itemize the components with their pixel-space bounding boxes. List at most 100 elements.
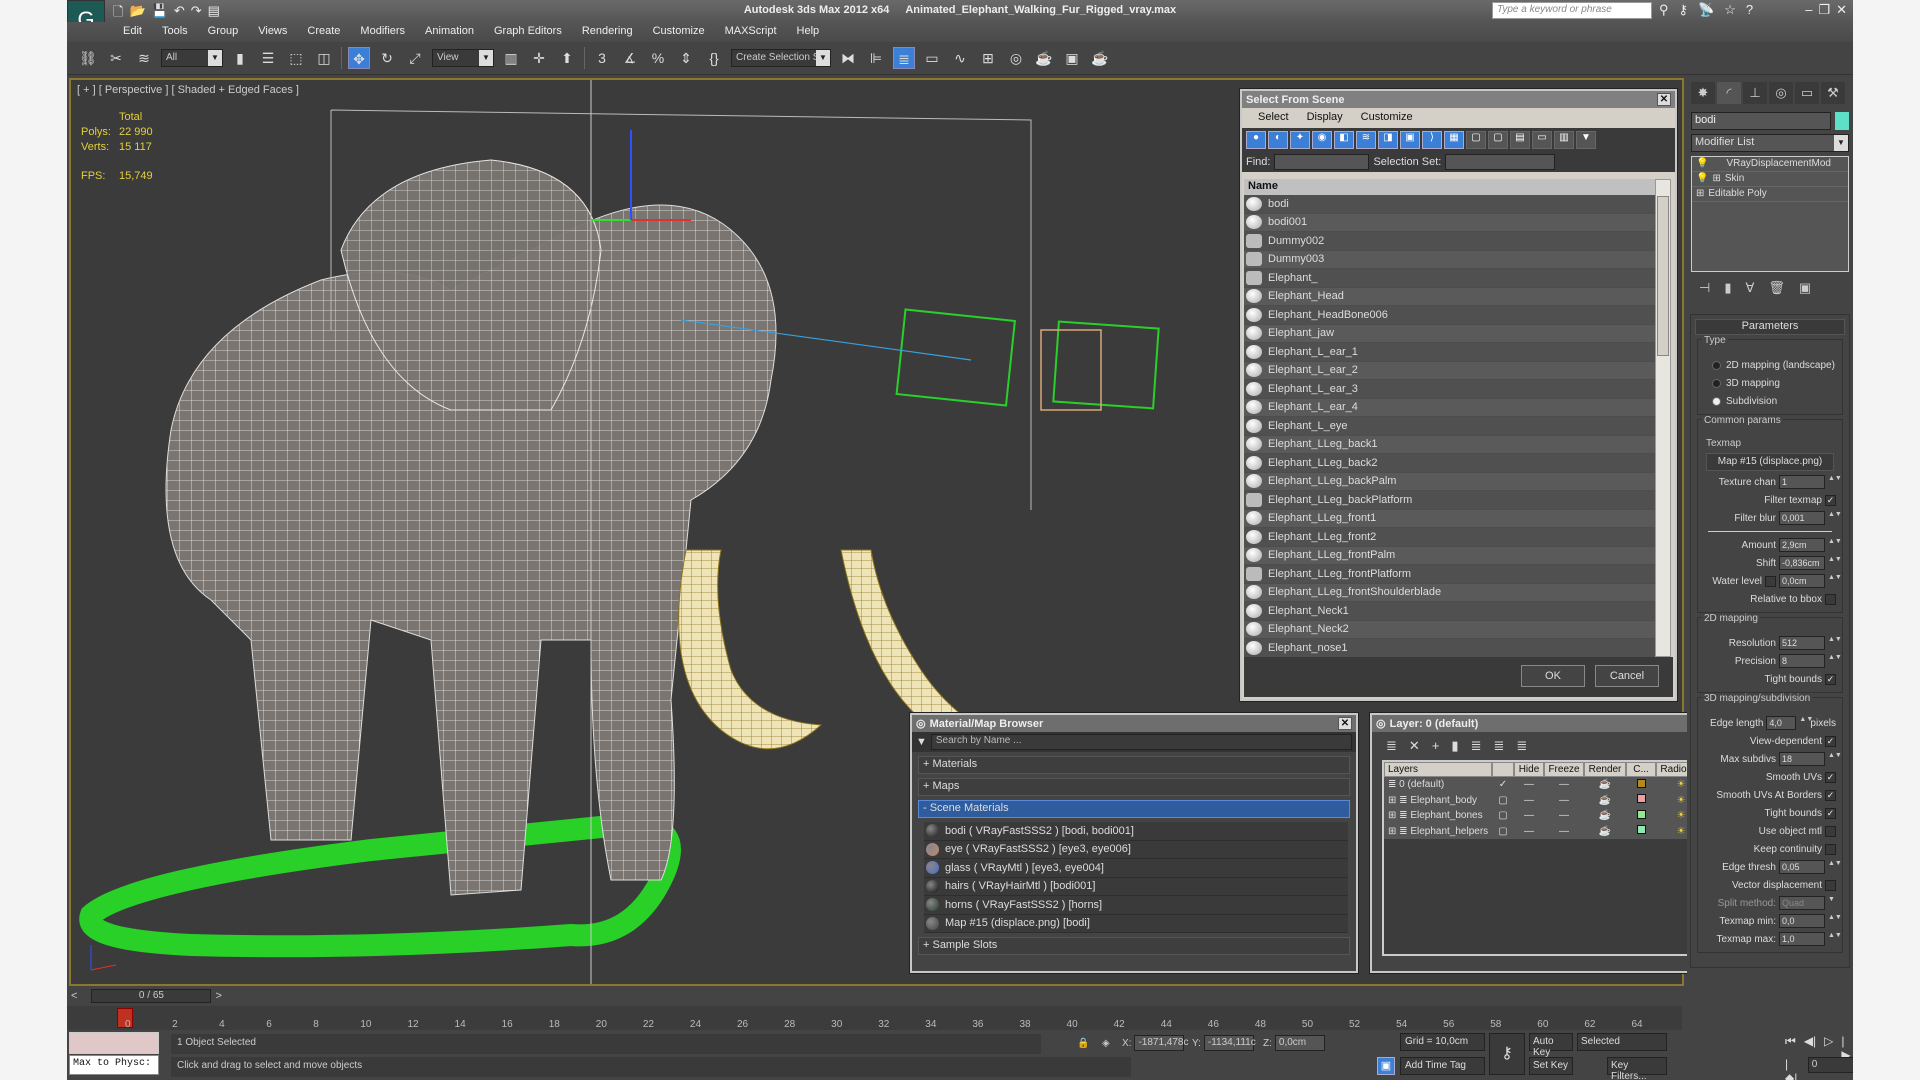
col-render[interactable]: Render [1584, 762, 1626, 777]
z-coord-input[interactable]: 0,0cm [1274, 1035, 1325, 1051]
selection-set-dropdown[interactable] [1445, 154, 1556, 170]
key-mode-dropdown[interactable]: Selected [1577, 1033, 1667, 1051]
set-key-button[interactable]: Set Key [1529, 1057, 1573, 1075]
scene-material-item[interactable]: bodi ( VRayFastSSS2 ) [bodi, bodi001] [924, 822, 1348, 841]
search-by-name-input[interactable]: Search by Name ... [930, 734, 1352, 750]
scene-object-row[interactable]: Elephant_LLeg_front1 [1244, 509, 1657, 528]
create-layer-icon[interactable]: ≣ [1386, 738, 1397, 754]
display-cameras-icon[interactable]: ◉ [1312, 131, 1332, 149]
spinner[interactable]: ▲▼ [1828, 538, 1842, 552]
resolution-input[interactable]: 512 [1779, 636, 1825, 650]
key-filters-button[interactable]: Key Filters... [1607, 1057, 1667, 1080]
texmap-min-input[interactable]: 0,0 [1779, 914, 1825, 928]
col-layers[interactable]: Layers [1384, 762, 1492, 777]
material-editor-icon[interactable]: ◎ [1005, 47, 1027, 69]
ok-button[interactable]: OK [1521, 665, 1585, 687]
close-icon[interactable]: ✕ [1836, 2, 1847, 18]
layer-manager-icon[interactable]: ≣ [893, 47, 915, 69]
layer-row[interactable]: ⊞ ≣ Elephant_body ▢ — — ☕ ☀ [1384, 792, 1724, 808]
graphite-toggle-icon[interactable]: ▭ [921, 47, 943, 69]
name-column-header[interactable]: Name [1244, 179, 1657, 195]
modifier-list-dropdown[interactable]: Modifier List [1691, 134, 1849, 152]
render-teapot-icon[interactable]: ☕ [1584, 810, 1626, 821]
mirror-icon[interactable]: ⧓ [837, 47, 859, 69]
use-object-mtl-checkbox[interactable] [1825, 825, 1836, 837]
select-manipulate-icon[interactable]: ✛ [528, 47, 550, 69]
expand-icon[interactable]: ⊞ [1696, 188, 1704, 200]
scene-object-row[interactable]: Elephant_LLeg_back1 [1244, 435, 1657, 454]
sfs-menu-select[interactable]: Select [1258, 111, 1289, 125]
scene-object-row[interactable]: Elephant_Head [1244, 287, 1657, 306]
remove-modifier-icon[interactable]: 🗑 [1768, 280, 1785, 296]
sfs-menu-display[interactable]: Display [1307, 111, 1343, 125]
move-icon[interactable]: ✥ [348, 47, 370, 69]
object-name-input[interactable]: bodi [1691, 112, 1831, 130]
freeze-toggle[interactable]: — [1544, 810, 1584, 821]
rect-selection-icon[interactable]: ⬚ [285, 47, 307, 69]
lock-selection-icon[interactable]: 🔒 [1077, 1034, 1089, 1052]
lightbulb-icon[interactable]: 💡 [1696, 173, 1708, 185]
texmap-max-input[interactable]: 1,0 [1779, 932, 1825, 946]
col-current[interactable] [1492, 762, 1514, 777]
layer-color-swatch[interactable] [1626, 825, 1656, 837]
freeze-all-icon[interactable]: ≣ [1516, 738, 1527, 754]
select-by-name-icon[interactable]: ☰ [257, 47, 279, 69]
render-setup-icon[interactable]: ☕ [1033, 47, 1055, 69]
edge-thresh-input[interactable]: 0,05 [1779, 860, 1825, 874]
scene-list-scrollbar[interactable] [1655, 179, 1671, 657]
freeze-toggle[interactable]: — [1544, 795, 1584, 806]
stack-item[interactable]: ⊞ Editable Poly [1692, 187, 1848, 202]
y-coord-input[interactable]: -1134,111c [1203, 1035, 1256, 1051]
motion-tab-icon[interactable]: ◎ [1769, 82, 1793, 104]
satellite-icon[interactable]: 📡 [1698, 2, 1714, 18]
amount-input[interactable]: 2,9cm [1779, 538, 1825, 552]
col-color[interactable]: C... [1626, 762, 1656, 777]
filter-icon[interactable]: ▼ [1576, 131, 1596, 149]
time-slider-thumb[interactable]: 0 / 65 [91, 989, 212, 1003]
shift-input[interactable]: -0,836cm [1779, 556, 1825, 570]
stack-item[interactable]: 💡 VRayDisplacementMod [1692, 157, 1848, 172]
stack-item[interactable]: 💡 ⊞ Skin [1692, 172, 1848, 187]
menu-graph-editors[interactable]: Graph Editors [484, 22, 572, 42]
link-icon[interactable]: ⛓ [77, 47, 99, 69]
chevron-down-icon[interactable]: ▼ [1828, 896, 1836, 910]
menu-rendering[interactable]: Rendering [572, 22, 643, 42]
parameters-rollout-header[interactable]: Parameters [1695, 319, 1845, 335]
scene-object-row[interactable]: bodi [1244, 195, 1657, 214]
hide-toggle[interactable]: — [1514, 779, 1544, 790]
scene-object-row[interactable]: Elephant_L_ear_3 [1244, 380, 1657, 399]
scene-object-row[interactable]: Elephant_ [1244, 269, 1657, 288]
viewport-label[interactable]: [ + ] [ Perspective ] [ Shaded + Edged F… [77, 84, 299, 96]
water-level-checkbox[interactable] [1765, 575, 1776, 587]
configure-sets-icon[interactable]: ▣ [1799, 280, 1811, 296]
spinner[interactable]: ▲▼ [1828, 654, 1842, 668]
render-teapot-icon[interactable]: ☕ [1584, 826, 1626, 837]
layer-row[interactable]: ⊞ ≣ Elephant_bones ▢ — — ☕ ☀ [1384, 808, 1724, 824]
angle-snap-icon[interactable]: ∡ [619, 47, 641, 69]
display-hidden-icon[interactable]: ▢ [1488, 131, 1508, 149]
align-icon[interactable]: ⊫ [865, 47, 887, 69]
scene-object-row[interactable]: Elephant_Neck2 [1244, 620, 1657, 639]
scene-material-item[interactable]: eye ( VRayFastSSS2 ) [eye3, eye006] [924, 840, 1348, 859]
pin-stack-icon[interactable]: ⊣ [1699, 280, 1710, 296]
scene-object-row[interactable]: Elephant_LLeg_frontShoulderblade [1244, 583, 1657, 602]
layer-row[interactable]: ≣ 0 (default) ✓ — — ☕ ☀ [1384, 777, 1724, 793]
scene-materials-section[interactable]: - Scene Materials [918, 800, 1350, 818]
bone-box[interactable] [1040, 329, 1102, 411]
spinner[interactable]: ▲▼ [1828, 636, 1842, 650]
scale-icon[interactable]: ⤢ [404, 47, 426, 69]
display-lights-icon[interactable]: ✦ [1290, 131, 1310, 149]
layer-color-swatch[interactable] [1626, 809, 1656, 822]
set-key-icon[interactable]: ⚷ [1489, 1033, 1525, 1075]
curve-editor-icon[interactable]: ∿ [949, 47, 971, 69]
expand-icon[interactable]: ⊞ [1712, 173, 1720, 185]
bind-spacewarp-icon[interactable]: ≋ [133, 47, 155, 69]
scene-object-row[interactable]: Dummy002 [1244, 232, 1657, 251]
hide-toggle[interactable]: — [1514, 826, 1544, 837]
max-subdivs-input[interactable]: 18 [1779, 752, 1825, 766]
scene-material-item[interactable]: hairs ( VRayHairMtl ) [bodi001] [924, 877, 1348, 896]
render-teapot-icon[interactable]: ☕ [1584, 779, 1626, 790]
scene-object-row[interactable]: Elephant_HeadBone006 [1244, 306, 1657, 325]
edit-named-sets-icon[interactable]: {} [703, 47, 725, 69]
render-teapot-icon[interactable]: ☕ [1584, 795, 1626, 806]
